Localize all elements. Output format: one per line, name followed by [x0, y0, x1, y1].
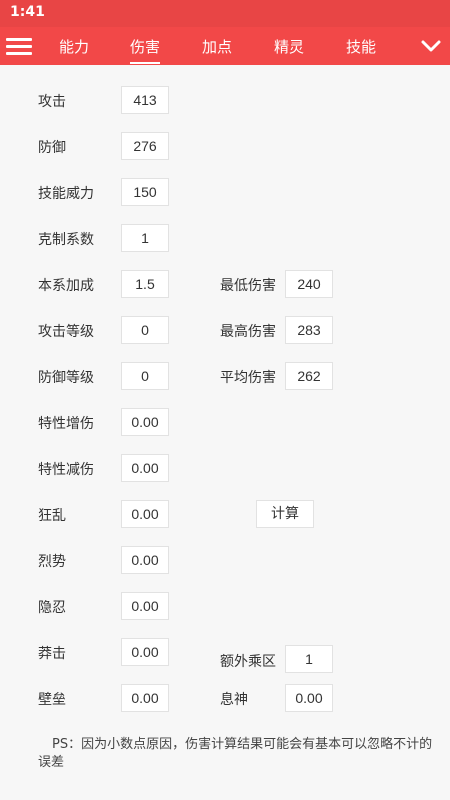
stab-label: 本系加成	[38, 278, 94, 294]
skill-power-label: 技能威力	[38, 186, 94, 202]
min-damage-label: 最低伤害	[220, 278, 276, 294]
status-time: 1:41	[10, 4, 45, 20]
endure-input[interactable]: 0.00	[121, 592, 169, 620]
avg-damage-value: 262	[285, 362, 333, 390]
tab-ability[interactable]: 能力	[59, 36, 89, 57]
endure-label: 隐忍	[38, 600, 66, 616]
attack-label: 攻击	[38, 94, 66, 110]
reckless-label: 莽击	[38, 646, 66, 662]
fierce-input[interactable]: 0.00	[121, 546, 169, 574]
frenzy-label: 狂乱	[38, 508, 66, 524]
trait-increase-input[interactable]: 0.00	[121, 408, 169, 436]
trait-increase-label: 特性增伤	[38, 416, 94, 432]
stab-input[interactable]: 1.5	[121, 270, 169, 298]
tab-skills[interactable]: 技能	[346, 36, 376, 57]
extra-multiplier-input[interactable]: 1	[285, 645, 333, 673]
tab-points[interactable]: 加点	[202, 36, 232, 57]
chevron-down-icon[interactable]	[420, 36, 442, 56]
trait-decrease-label: 特性减伤	[38, 462, 94, 478]
defense-level-label: 防御等级	[38, 370, 94, 386]
attack-level-label: 攻击等级	[38, 324, 94, 340]
skill-power-input[interactable]: 150	[121, 178, 169, 206]
defense-label: 防御	[38, 140, 66, 156]
fierce-label: 烈势	[38, 554, 66, 570]
calm-input[interactable]: 0.00	[285, 684, 333, 712]
status-bar: 1:41	[0, 0, 450, 27]
max-damage-value: 283	[285, 316, 333, 344]
type-coefficient-label: 克制系数	[38, 232, 94, 248]
barrier-label: 壁垒	[38, 692, 66, 708]
menu-icon[interactable]	[6, 35, 32, 57]
avg-damage-label: 平均伤害	[220, 370, 276, 386]
min-damage-value: 240	[285, 270, 333, 298]
max-damage-label: 最高伤害	[220, 324, 276, 340]
calm-label: 息神	[220, 692, 248, 708]
defense-level-input[interactable]: 0	[121, 362, 169, 390]
trait-decrease-input[interactable]: 0.00	[121, 454, 169, 482]
tab-pets[interactable]: 精灵	[274, 36, 304, 57]
tab-damage[interactable]: 伤害	[130, 36, 161, 64]
barrier-input[interactable]: 0.00	[121, 684, 169, 712]
extra-multiplier-label: 额外乘区	[220, 654, 276, 670]
defense-input[interactable]: 276	[121, 132, 169, 160]
reckless-input[interactable]: 0.00	[121, 638, 169, 666]
type-coefficient-input[interactable]: 1	[121, 224, 169, 252]
attack-level-input[interactable]: 0	[121, 316, 169, 344]
top-navigation-bar: 能力 伤害 加点 精灵 技能	[0, 27, 450, 65]
frenzy-input[interactable]: 0.00	[121, 500, 169, 528]
calculate-button[interactable]: 计算	[256, 500, 314, 528]
rounding-note: PS：因为小数点原因，伤害计算结果可能会有基本可以忽略不计的误差	[38, 737, 433, 770]
attack-input[interactable]: 413	[121, 86, 169, 114]
